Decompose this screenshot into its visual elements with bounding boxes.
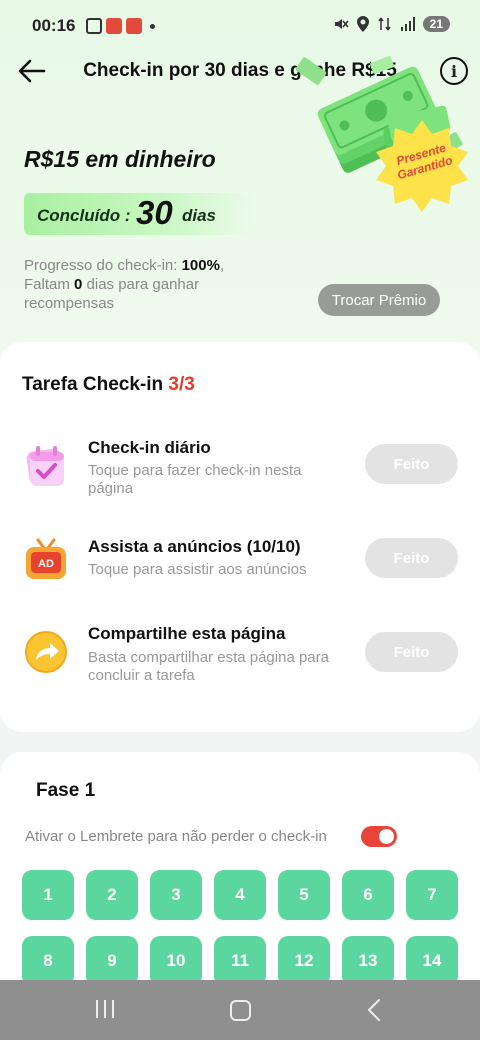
recent-apps-icon [112, 1000, 114, 1018]
day-cell[interactable]: 14 [406, 936, 458, 986]
progress-suffix: , [219, 257, 225, 274]
home-button[interactable] [230, 1000, 251, 1021]
task-row-watch-ads: AD Assista a anúncios (10/10) Toque para… [0, 537, 480, 607]
done-button[interactable]: Feito [365, 632, 458, 672]
day-cell[interactable]: 11 [214, 936, 266, 986]
completed-label: Concluído : [37, 206, 131, 225]
recent-apps-button[interactable] [96, 1000, 114, 1018]
location-icon [356, 16, 369, 32]
done-button[interactable]: Feito [365, 444, 458, 484]
day-cell[interactable]: 8 [22, 936, 74, 986]
svg-text:AD: AD [38, 558, 54, 570]
day-cell[interactable]: 5 [278, 870, 330, 920]
calendar-check-icon [26, 446, 64, 486]
network-4g-icon [378, 17, 391, 31]
signal-icon [400, 17, 415, 31]
day-cell[interactable]: 9 [86, 936, 138, 986]
tv-ad-icon: AD [26, 538, 66, 579]
task-row-share-page: Compartilhe esta página Basta compartilh… [0, 622, 480, 692]
task-row-daily-checkin: Check-in diário Toque para fazer check-i… [0, 432, 480, 502]
progress-text: Progresso do check-in: 100%, Faltam 0 di… [24, 256, 264, 313]
done-button[interactable]: Feito [365, 538, 458, 578]
system-icons: 21 [333, 16, 450, 32]
nav-back-button[interactable] [366, 998, 382, 1022]
task-title-label: Tarefa Check-in [22, 374, 164, 395]
task-count: 3/3 [168, 374, 195, 395]
task-desc: Toque para fazer check-in nesta página [88, 462, 302, 497]
back-button[interactable] [14, 54, 50, 88]
progress-value: 100% [181, 257, 220, 274]
app-notification-icon [126, 18, 142, 34]
reward-title: R$15 em dinheiro [24, 146, 216, 172]
remaining-label: Faltam [24, 276, 70, 293]
completed-days: 30 [136, 194, 173, 231]
completed-unit: dias [182, 206, 217, 225]
day-cell[interactable]: 10 [150, 936, 202, 986]
task-name: Assista a anúncios (10/10) [88, 537, 301, 556]
system-nav-bar [0, 980, 480, 1040]
day-cell[interactable]: 6 [342, 870, 394, 920]
phase-title: Fase 1 [36, 780, 96, 801]
task-card: Tarefa Check-in 3/3 Check-in diário Toqu… [0, 342, 480, 732]
task-desc: Toque para assistir aos anúncios [88, 561, 307, 578]
progress-label: Progresso do check-in: [24, 257, 178, 274]
reminder-toggle[interactable] [361, 826, 397, 847]
battery-indicator: 21 [422, 16, 450, 32]
day-cell[interactable]: 13 [342, 936, 394, 986]
exchange-prize-button[interactable]: Trocar Prêmio [318, 284, 440, 316]
toggle-knob [379, 829, 394, 844]
share-arrow-icon [25, 631, 67, 673]
mute-icon [334, 19, 349, 29]
day-cell[interactable]: 4 [214, 870, 266, 920]
task-name: Compartilhe esta página [88, 624, 286, 643]
completed-pill: Concluído : 30 dias [24, 193, 254, 235]
status-time: 00:16 [32, 16, 76, 35]
notification-icons [86, 18, 155, 34]
day-cell[interactable]: 12 [278, 936, 330, 986]
recent-apps-icon [104, 1000, 106, 1018]
screenshot-icon [86, 18, 102, 34]
day-cell[interactable]: 3 [150, 870, 202, 920]
reminder-label: Ativar o Lembrete para não perder o chec… [25, 828, 327, 845]
back-arrow-icon [18, 59, 46, 83]
task-name: Check-in diário [88, 438, 211, 457]
day-cell[interactable]: 2 [86, 870, 138, 920]
task-card-title: Tarefa Check-in 3/3 [22, 374, 195, 396]
remaining-value: 0 [74, 276, 83, 293]
task-desc: Basta compartilhar esta página para conc… [88, 649, 329, 684]
app-notification-icon [106, 18, 122, 34]
more-notifications-icon [150, 23, 155, 29]
day-cell[interactable]: 1 [22, 870, 74, 920]
recent-apps-icon [96, 1000, 98, 1018]
day-cell[interactable]: 7 [406, 870, 458, 920]
